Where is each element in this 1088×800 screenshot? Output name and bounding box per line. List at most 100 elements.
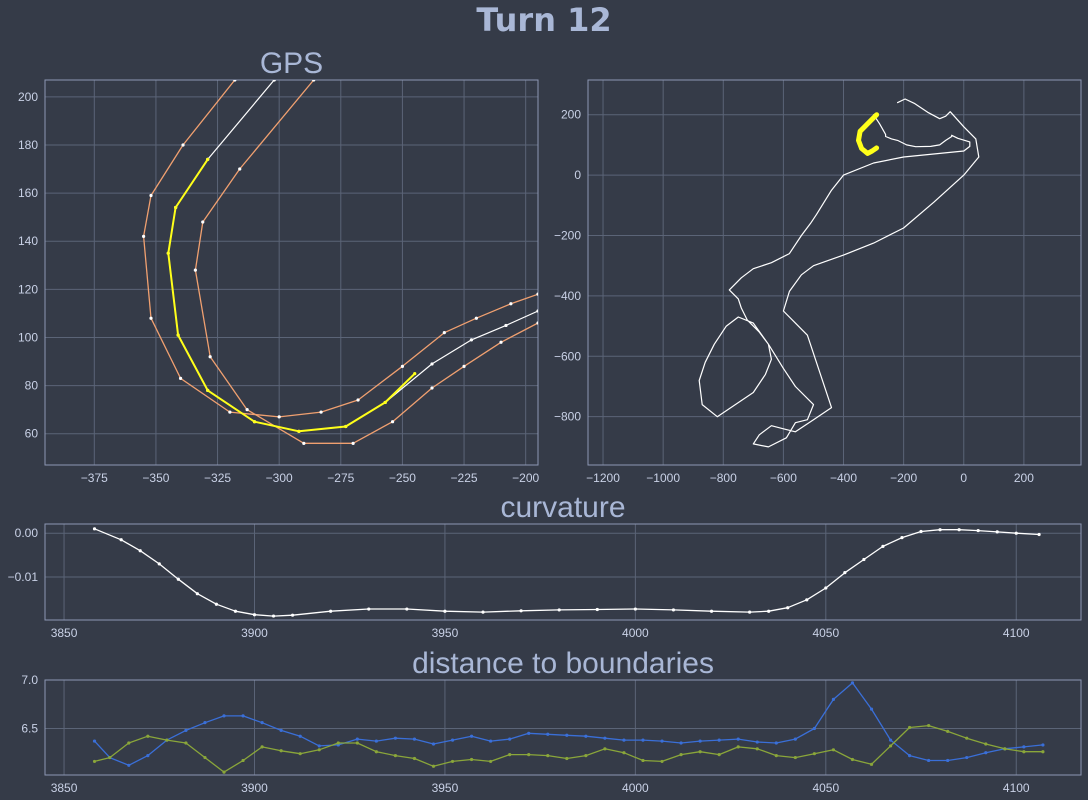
- gps-right-boundary-point: [208, 355, 212, 359]
- distance-right-line-point: [888, 744, 893, 748]
- curvature-line-point: [843, 571, 847, 575]
- y-tick-label: 160: [18, 186, 38, 200]
- distance-left-line-point: [527, 731, 531, 735]
- distance-left-line-point: [92, 739, 97, 743]
- curvature-line-point: [138, 549, 142, 553]
- gps-panel: −375 −350 −325 −300 −275 −250 −225 −200 60 80 100 1…: [18, 47, 540, 485]
- distance-right-line-point: [717, 753, 721, 757]
- distance-title: distance to boundaries: [412, 647, 714, 680]
- gps-right-boundary: [194, 80, 538, 444]
- distance-right-line-point: [679, 753, 683, 757]
- distance-left-line-point: [260, 721, 264, 725]
- distance-right-line-point: [946, 729, 950, 733]
- gps-right-boundary-point: [193, 268, 197, 272]
- distance-right-line-point: [755, 747, 759, 751]
- gps-turn-segment-point: [166, 251, 170, 255]
- distance-left-line-point: [850, 681, 855, 685]
- distance-right-line-point: [165, 738, 169, 742]
- distance-left-line-point: [508, 737, 512, 741]
- curvature-line-point: [786, 606, 790, 610]
- curvature-line-point: [938, 528, 942, 532]
- curvature-line-point: [195, 592, 199, 596]
- gps-left-boundary-point: [228, 410, 232, 414]
- gps-left-boundary-point: [400, 364, 405, 368]
- curvature-line-point: [443, 609, 447, 613]
- gps-right-boundary-point: [245, 408, 249, 412]
- distance-left-line-point: [184, 728, 188, 733]
- distance-right-line-point: [984, 742, 988, 746]
- distance-left-line-point: [412, 737, 417, 741]
- gps-right-boundary-point: [536, 321, 538, 325]
- y-tick-label: 7.0: [21, 673, 38, 687]
- gps-right-boundary-point: [430, 386, 434, 390]
- distance-left-line-point: [869, 707, 874, 711]
- gps-right-boundary-point: [462, 364, 466, 368]
- curvature-line-point: [519, 609, 523, 613]
- distance-right-line-point: [869, 762, 874, 766]
- y-tick-label: 180: [18, 138, 38, 152]
- distance-right-line-point: [489, 759, 493, 764]
- gps-centerline-point: [430, 362, 434, 366]
- gps-right-boundary-point: [351, 441, 355, 445]
- gps-left-boundary-point: [356, 398, 360, 402]
- gps-right-boundary-point: [201, 220, 205, 224]
- distance-left-line-point: [679, 741, 683, 745]
- gps-right-boundary-point: [390, 420, 395, 424]
- distance-right-line-point: [374, 750, 378, 754]
- track-outline: [698, 98, 980, 448]
- distance-right-line-point: [393, 754, 398, 758]
- x-tick-label: 3900: [241, 781, 268, 795]
- x-tick-label: −300: [266, 471, 293, 485]
- x-tick-label: 4050: [812, 781, 839, 795]
- gps-turn-segment-point: [252, 420, 257, 424]
- x-tick-label: 4100: [1003, 781, 1030, 795]
- y-tick-label: −200: [554, 229, 581, 243]
- x-tick-label: 4050: [812, 626, 839, 640]
- distance-right-line-point: [260, 745, 264, 749]
- curvature-line-point: [976, 528, 980, 533]
- distance-right-line-point: [222, 770, 226, 774]
- gps-centerline-point: [504, 323, 508, 328]
- distance-right-line-point: [660, 759, 664, 764]
- distance-left-line-point: [660, 739, 664, 743]
- distance-right-line-point: [565, 756, 569, 761]
- y-tick-label: 60: [25, 427, 39, 441]
- distance-right-line-point: [850, 757, 855, 762]
- curvature-line-point: [367, 607, 371, 611]
- distance-left-line-point: [546, 732, 550, 736]
- x-tick-label: −250: [389, 471, 416, 485]
- distance-right-line-point: [241, 758, 245, 763]
- gps-left-boundary-point: [442, 331, 446, 335]
- distance-right-line-point: [146, 734, 150, 738]
- gps-title: GPS: [260, 47, 323, 80]
- curvature-line-point: [481, 610, 485, 614]
- curvature-line-point: [1014, 531, 1018, 535]
- curvature-line-point: [919, 529, 923, 534]
- distance-right-line-point: [450, 759, 455, 764]
- distance-left-line-point: [888, 738, 893, 742]
- distance-left-line-point: [793, 737, 797, 741]
- x-tick-label: 3950: [432, 626, 459, 640]
- curvature-line-point: [881, 544, 885, 548]
- distance-left-line-point: [755, 740, 759, 744]
- distance-right-line-point: [965, 736, 969, 740]
- distance-left-line-point: [431, 742, 436, 746]
- curvature-line-point: [633, 607, 637, 611]
- distance-right-line-point: [698, 750, 702, 754]
- gps-right-boundary-point: [238, 167, 242, 171]
- distance-right-line-point: [127, 741, 131, 745]
- y-tick-label: 200: [561, 108, 581, 122]
- gps-centerline-point: [536, 309, 538, 313]
- distance-right-line-point: [508, 753, 512, 757]
- distance-left-line-point: [584, 734, 588, 738]
- distance-right-line-point: [793, 755, 797, 760]
- x-tick-label: −275: [327, 471, 354, 485]
- track-map-plot-area: [698, 98, 980, 448]
- y-tick-label: 0: [574, 168, 581, 182]
- distance-right-line-point: [736, 745, 740, 749]
- curvature-line-point: [595, 607, 599, 612]
- gps-centerline-point: [469, 338, 474, 342]
- plot-frame: [587, 79, 1082, 466]
- gps-left-boundary-point: [233, 80, 237, 82]
- y-tick-label: −800: [554, 410, 581, 424]
